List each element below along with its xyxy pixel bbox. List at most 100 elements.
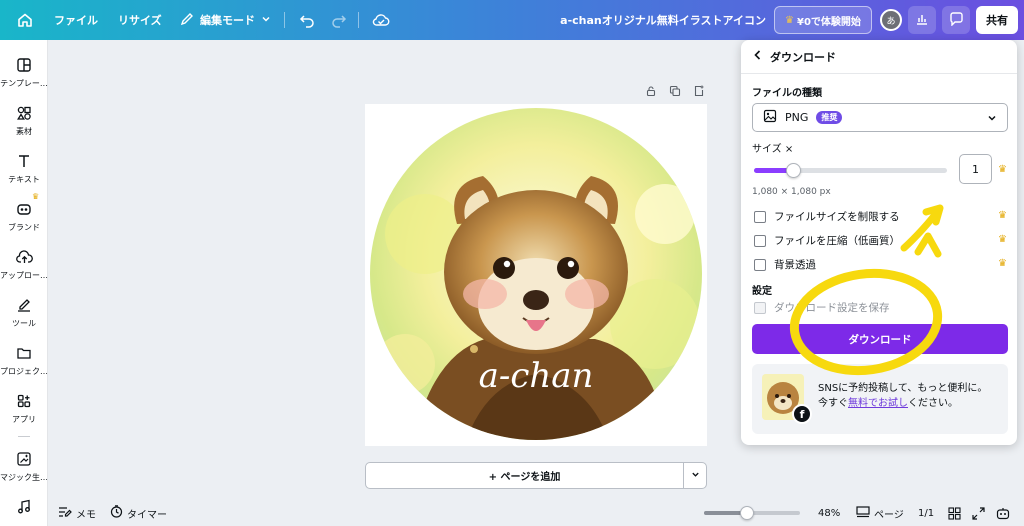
music-icon <box>13 496 35 518</box>
sidebar-item-tools[interactable]: ツール <box>0 294 47 338</box>
artwork-signature: a-chan <box>479 356 594 396</box>
add-page-icon[interactable] <box>692 84 706 98</box>
chevron-down-icon <box>691 469 700 482</box>
sidebar-item-label: ツール <box>12 319 36 328</box>
upload-icon <box>13 246 35 268</box>
option-label: ファイルを圧縮（低画質） <box>774 235 900 247</box>
brand-icon <box>13 198 35 220</box>
duplicate-icon[interactable] <box>668 84 682 98</box>
option-label: ファイルサイズを制限する <box>774 211 900 223</box>
undo-icon[interactable] <box>296 9 318 31</box>
file-type-value: PNG <box>785 111 809 124</box>
comment-icon <box>949 11 964 29</box>
resize-menu[interactable]: リサイズ <box>118 0 162 40</box>
timer-button[interactable]: タイマー <box>110 503 167 523</box>
sidebar-item-brand[interactable]: ブランド <box>0 198 47 242</box>
chevron-down-icon <box>987 113 997 126</box>
transparent-background-checkbox[interactable] <box>754 258 766 271</box>
recommended-badge: 推奨 <box>816 111 843 124</box>
sidebar-divider <box>18 436 30 437</box>
back-chevron-icon[interactable] <box>753 50 762 63</box>
toolbar-divider <box>284 12 285 28</box>
top-toolbar: ファイル リサイズ 編集モード a-chanオリジナル無料イラストアイコン ♛ … <box>0 0 1024 40</box>
sidebar-item-music[interactable] <box>0 496 47 526</box>
save-settings-checkbox[interactable] <box>754 301 766 314</box>
compress-file-option[interactable]: ファイルを圧縮（低画質） <box>754 233 900 248</box>
settings-label: 設定 <box>752 286 772 297</box>
page-tools <box>644 84 706 98</box>
free-trial-link[interactable]: 無料でお試し <box>848 398 908 409</box>
file-menu[interactable]: ファイル <box>54 0 98 40</box>
edit-mode-dropdown[interactable]: 編集モード <box>180 0 271 40</box>
transparent-background-option[interactable]: 背景透過 <box>754 257 816 272</box>
notes-button[interactable]: メモ <box>58 503 96 523</box>
zoom-slider-handle[interactable] <box>740 506 755 520</box>
free-trial-label: ¥0で体験開始 <box>797 16 861 28</box>
crown-icon: ♛ <box>998 258 1007 269</box>
design-page[interactable]: a-chan <box>365 104 707 446</box>
file-type-select[interactable]: PNG 推奨 <box>752 103 1008 132</box>
fullscreen-icon[interactable] <box>972 503 985 523</box>
sidebar-item-elements[interactable]: 素材 <box>0 102 47 146</box>
sidebar-item-label: ブランド <box>8 223 40 232</box>
grid-view-icon[interactable] <box>948 503 961 523</box>
size-slider-handle[interactable] <box>785 163 801 178</box>
promo-line-2-post: ください。 <box>908 398 958 409</box>
sidebar-item-text[interactable]: テキスト <box>0 150 47 194</box>
timer-icon <box>110 505 123 521</box>
document-title[interactable]: a-chanオリジナル無料イラストアイコン <box>560 0 766 40</box>
crown-icon: ♛ <box>998 210 1007 221</box>
apps-icon <box>13 390 35 412</box>
help-assistant-icon[interactable] <box>996 503 1010 523</box>
compress-file-checkbox[interactable] <box>754 234 766 247</box>
size-input[interactable]: 1 <box>959 154 992 184</box>
insights-button[interactable] <box>908 6 936 34</box>
comments-button[interactable] <box>942 6 970 34</box>
add-page-options-button[interactable] <box>683 462 707 489</box>
sns-promo-card: f SNSに予約投稿して、もっと便利に。 今すぐ無料でお試しください。 <box>752 364 1008 434</box>
zoom-slider[interactable] <box>704 506 800 520</box>
sidebar-item-apps[interactable]: アプリ <box>0 390 47 434</box>
save-settings-option[interactable]: ダウンロード設定を保存 <box>754 300 890 315</box>
download-panel-header: ダウンロード <box>741 40 1017 74</box>
add-page-button[interactable]: + ページを追加 <box>365 462 684 489</box>
page-count: 1/1 <box>918 507 935 519</box>
promo-line-1: SNSに予約投稿して、もっと便利に。 <box>818 383 988 394</box>
limit-file-size-option[interactable]: ファイルサイズを制限する <box>754 209 900 224</box>
crown-icon: ♛ <box>785 14 795 26</box>
image-icon <box>763 109 777 126</box>
redo-icon[interactable] <box>328 9 350 31</box>
promo-line-2-pre: 今すぐ <box>818 398 848 409</box>
sidebar-item-uploads[interactable]: アップロー… <box>0 246 47 290</box>
pages-button[interactable]: ページ <box>856 503 904 523</box>
lock-icon[interactable] <box>644 84 658 98</box>
left-sidebar: テンプレー… 素材 テキスト ブランド ♛ アップロー… ツール プロジェク… … <box>0 40 48 526</box>
avatar[interactable]: あ <box>880 9 902 31</box>
chevron-down-icon <box>261 14 271 27</box>
folder-icon <box>13 342 35 364</box>
bottom-bar: メモ タイマー 48% ページ 1/1 <box>48 500 1024 526</box>
facebook-icon: f <box>792 404 812 424</box>
home-icon[interactable] <box>14 9 36 31</box>
crown-icon: ♛ <box>32 192 40 201</box>
pages-label: ページ <box>874 509 904 521</box>
elements-icon <box>13 102 35 124</box>
promo-line-2: 今すぐ無料でお試しください。 <box>818 396 987 411</box>
size-label: サイズ × <box>752 144 794 155</box>
sidebar-item-label: プロジェク… <box>0 367 48 376</box>
file-type-label: ファイルの種類 <box>752 88 822 99</box>
zoom-level[interactable]: 48% <box>818 503 840 523</box>
sidebar-item-projects[interactable]: プロジェク… <box>0 342 48 386</box>
sidebar-item-templates[interactable]: テンプレー… <box>0 54 47 98</box>
sidebar-item-label: マジック生… <box>0 473 48 482</box>
size-slider[interactable] <box>754 163 947 178</box>
toolbar-divider <box>358 12 359 28</box>
free-trial-button[interactable]: ♛ ¥0で体験開始 <box>774 6 872 34</box>
sidebar-item-label: アプリ <box>12 415 36 424</box>
cloud-saved-icon[interactable] <box>370 9 392 31</box>
download-button[interactable]: ダウンロード <box>752 324 1008 354</box>
limit-file-size-checkbox[interactable] <box>754 210 766 223</box>
crown-icon: ♛ <box>998 234 1007 245</box>
sidebar-item-magic[interactable]: マジック生… <box>0 448 48 492</box>
share-button[interactable]: 共有 <box>976 6 1018 34</box>
